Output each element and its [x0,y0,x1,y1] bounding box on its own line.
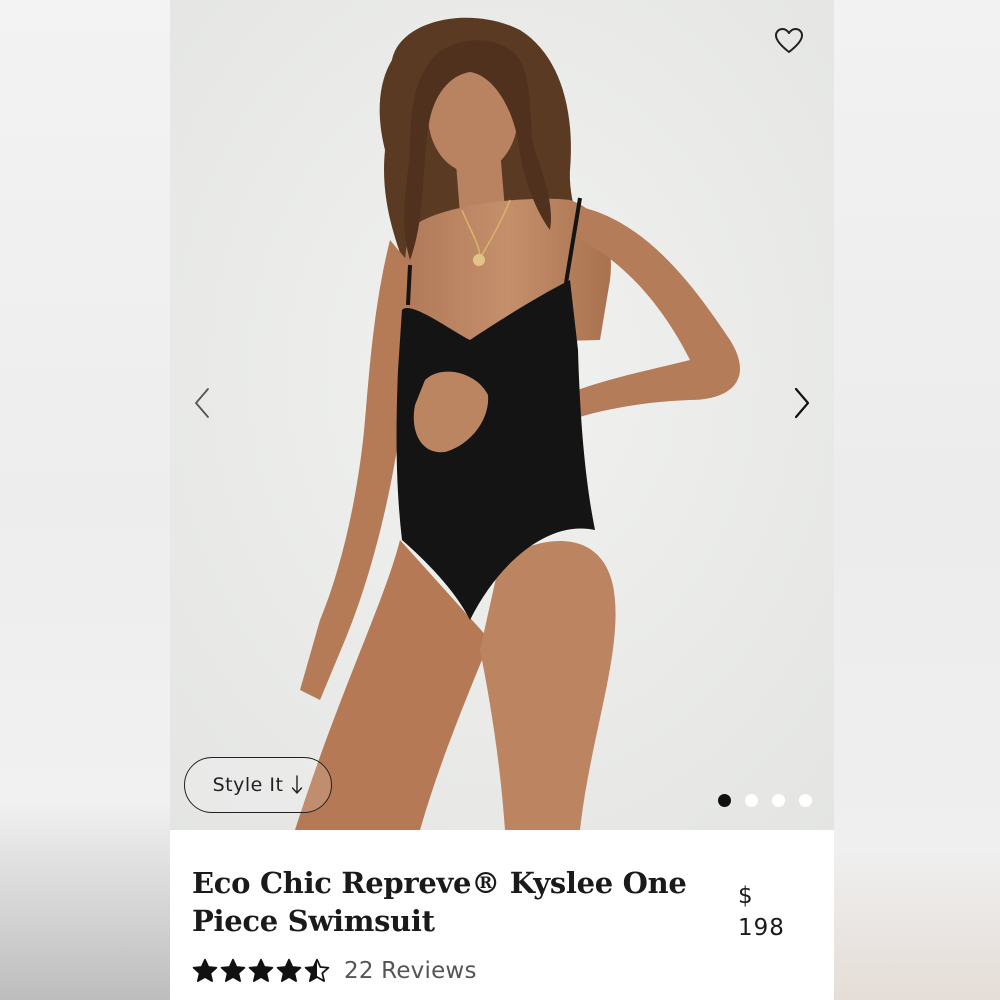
product-photo [170,0,834,830]
product-rating[interactable]: 22 Reviews [192,958,477,984]
gallery-dot[interactable] [745,794,758,807]
star-icon [248,958,274,982]
gallery-dot[interactable] [718,794,731,807]
star-icon [304,958,330,982]
gallery-dot[interactable] [772,794,785,807]
background-blur-left [0,0,170,1000]
reviews-link[interactable]: 22 Reviews [344,958,477,984]
wishlist-button[interactable] [772,24,806,56]
price-value: 198 [738,915,785,941]
background-blur-right [834,0,1000,1000]
gallery-dot[interactable] [799,794,812,807]
gallery-prev-button[interactable] [184,385,220,421]
chevron-right-icon [794,387,810,419]
star-icon [220,958,246,982]
star-icon [192,958,218,982]
star-icon [276,958,302,982]
arrow-down-icon [292,775,303,794]
gallery-next-button[interactable] [784,385,820,421]
product-price: $ 198 [738,880,808,944]
style-it-label: Style It [212,774,284,796]
rating-stars [192,958,330,984]
product-title: Eco Chic Repreve® Kyslee One Piece Swims… [192,866,687,938]
heart-outline-icon [775,27,803,53]
price-currency: $ [738,883,754,909]
product-card: Style It Eco Chic Repreve® Kyslee One Pi… [170,0,834,1000]
product-info: Eco Chic Repreve® Kyslee One Piece Swims… [170,830,834,1000]
product-image-gallery[interactable]: Style It [170,0,834,830]
style-it-button[interactable]: Style It [184,757,332,813]
chevron-left-icon [195,388,209,418]
gallery-pagination [718,794,812,807]
